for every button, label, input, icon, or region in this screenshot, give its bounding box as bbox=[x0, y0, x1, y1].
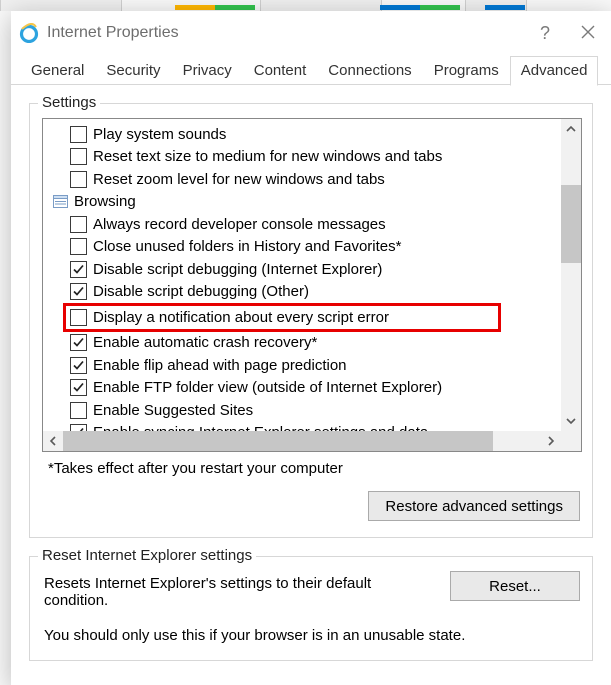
tree-item[interactable]: Enable automatic crash recovery* bbox=[43, 332, 561, 355]
h-scroll-thumb[interactable] bbox=[63, 431, 493, 451]
tree-item-label: Enable FTP folder view (outside of Inter… bbox=[93, 380, 442, 395]
checkbox[interactable] bbox=[70, 334, 87, 351]
checkbox[interactable] bbox=[70, 171, 87, 188]
help-button[interactable]: ? bbox=[525, 23, 565, 44]
tree-item[interactable]: Reset text size to medium for new window… bbox=[43, 146, 561, 169]
settings-fieldset: Settings Play system soundsReset text si… bbox=[29, 103, 593, 538]
checkbox[interactable] bbox=[70, 402, 87, 419]
tree-item[interactable]: Display a notification about every scrip… bbox=[66, 306, 498, 329]
tree-item-label: Close unused folders in History and Favo… bbox=[93, 239, 401, 254]
reset-warning: You should only use this if your browser… bbox=[44, 627, 580, 644]
tree-item[interactable]: Play system sounds bbox=[43, 123, 561, 146]
dialog-window: Internet Properties ? General Security P… bbox=[0, 0, 611, 685]
scroll-left-icon[interactable] bbox=[43, 431, 63, 451]
settings-legend: Settings bbox=[38, 94, 100, 111]
tree-item[interactable]: Enable Suggested Sites bbox=[43, 399, 561, 422]
tree-item-label: Disable script debugging (Other) bbox=[93, 284, 309, 299]
window-body: Internet Properties ? General Security P… bbox=[11, 11, 611, 685]
tab-advanced[interactable]: Advanced bbox=[510, 56, 599, 86]
tree-item-label: Always record developer console messages bbox=[93, 217, 386, 232]
tab-content[interactable]: Content bbox=[243, 56, 318, 85]
horizontal-scrollbar[interactable] bbox=[43, 431, 561, 451]
checkbox[interactable] bbox=[70, 283, 87, 300]
tab-connections[interactable]: Connections bbox=[317, 56, 422, 85]
tree-item[interactable]: Close unused folders in History and Favo… bbox=[43, 236, 561, 259]
highlighted-option: Display a notification about every scrip… bbox=[63, 303, 501, 332]
ie-icon bbox=[19, 23, 39, 43]
scroll-up-icon[interactable] bbox=[561, 119, 581, 139]
reset-description: Resets Internet Explorer's settings to t… bbox=[44, 575, 434, 609]
tree-group-browsing[interactable]: Browsing bbox=[43, 191, 561, 214]
tab-programs[interactable]: Programs bbox=[423, 56, 510, 85]
tab-security[interactable]: Security bbox=[95, 56, 171, 85]
tree-item[interactable]: Reset zoom level for new windows and tab… bbox=[43, 168, 561, 191]
tree-item-label: Reset text size to medium for new window… bbox=[93, 149, 442, 164]
scroll-corner bbox=[561, 431, 581, 451]
checkbox[interactable] bbox=[70, 424, 87, 431]
group-icon bbox=[53, 195, 68, 208]
tab-content-area: Settings Play system sounds Reset text si… bbox=[11, 85, 611, 661]
tree-item[interactable]: Enable flip ahead with page prediction bbox=[43, 354, 561, 377]
tree-item-label: Enable automatic crash recovery* bbox=[93, 335, 317, 350]
tree-item[interactable]: Always record developer console messages bbox=[43, 213, 561, 236]
taskbar-fragments bbox=[0, 0, 611, 11]
checkbox[interactable] bbox=[70, 309, 87, 326]
settings-tree[interactable]: Play system sounds Reset text size to med… bbox=[42, 118, 582, 452]
checkbox[interactable] bbox=[70, 261, 87, 278]
checkbox[interactable] bbox=[70, 216, 87, 233]
vertical-scrollbar[interactable] bbox=[561, 119, 581, 431]
restart-note: *Takes effect after you restart your com… bbox=[48, 460, 580, 477]
title-bar: Internet Properties ? bbox=[11, 11, 611, 55]
tree-item-label: Display a notification about every scrip… bbox=[93, 310, 389, 325]
tree-item-label: Disable script debugging (Internet Explo… bbox=[93, 262, 382, 277]
scroll-right-icon[interactable] bbox=[541, 431, 561, 451]
tree-group-label: Browsing bbox=[74, 193, 136, 210]
h-scroll-track[interactable] bbox=[63, 431, 541, 451]
tree-item-label: Reset zoom level for new windows and tab… bbox=[93, 172, 385, 187]
tree-item[interactable]: Disable script debugging (Internet Explo… bbox=[43, 258, 561, 281]
checkbox[interactable] bbox=[70, 357, 87, 374]
window-title: Internet Properties bbox=[47, 24, 525, 42]
tree-item-label: Play system sounds bbox=[93, 127, 226, 142]
checkbox[interactable] bbox=[70, 379, 87, 396]
tab-privacy[interactable]: Privacy bbox=[172, 56, 243, 85]
restore-defaults-button[interactable]: Restore advanced settings bbox=[368, 491, 580, 521]
settings-tree-viewport: Play system sounds Reset text size to med… bbox=[43, 119, 561, 431]
close-button[interactable] bbox=[565, 23, 611, 44]
checkbox[interactable] bbox=[70, 238, 87, 255]
v-scroll-thumb[interactable] bbox=[561, 185, 581, 263]
tree-item[interactable]: Enable FTP folder view (outside of Inter… bbox=[43, 377, 561, 400]
reset-legend: Reset Internet Explorer settings bbox=[38, 547, 256, 564]
checkbox[interactable] bbox=[70, 148, 87, 165]
reset-fieldset: Reset Internet Explorer settings Resets … bbox=[29, 556, 593, 661]
checkbox[interactable] bbox=[70, 126, 87, 143]
v-scroll-track[interactable] bbox=[561, 139, 581, 411]
reset-button[interactable]: Reset... bbox=[450, 571, 580, 601]
tab-strip: General Security Privacy Content Connect… bbox=[11, 55, 611, 85]
tree-item[interactable]: Disable script debugging (Other) bbox=[43, 281, 561, 304]
scroll-down-icon[interactable] bbox=[561, 411, 581, 431]
tree-item-label: Enable Suggested Sites bbox=[93, 403, 253, 418]
tab-general[interactable]: General bbox=[20, 56, 95, 85]
tree-item[interactable]: Enable syncing Internet Explorer setting… bbox=[43, 422, 561, 432]
tree-item-label: Enable flip ahead with page prediction bbox=[93, 358, 347, 373]
